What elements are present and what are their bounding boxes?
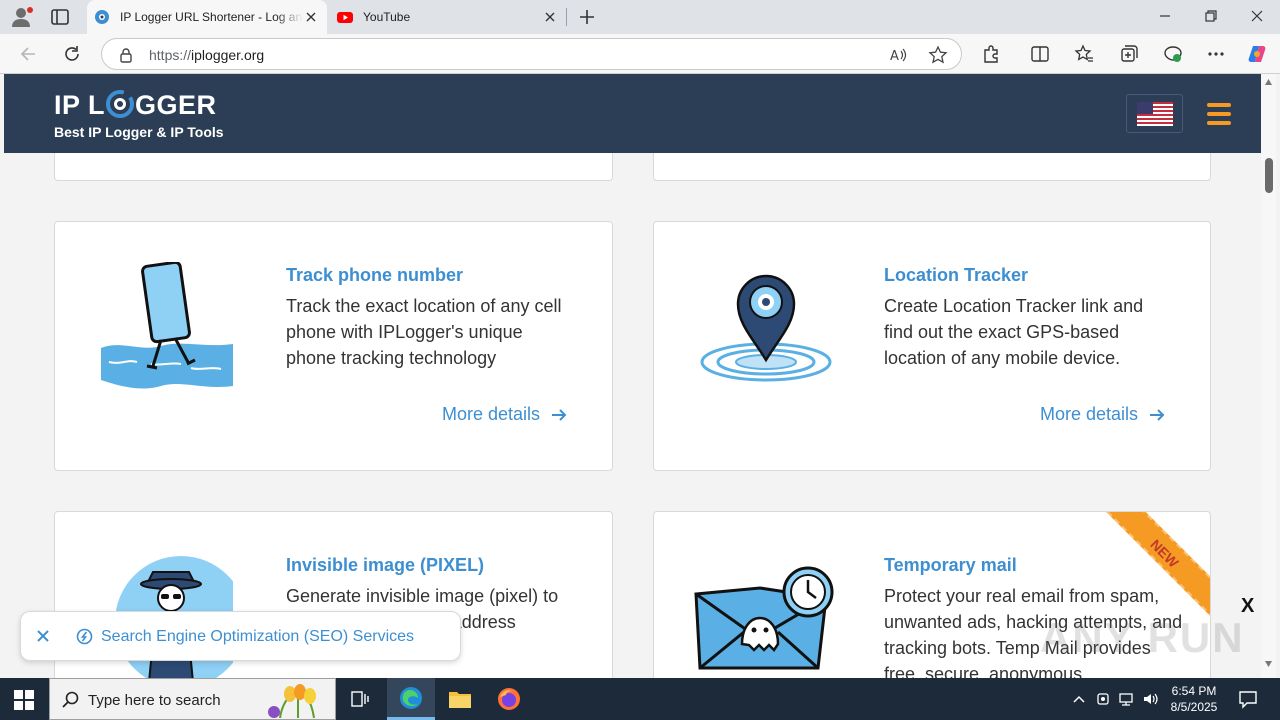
scroll-down-icon[interactable] — [1264, 660, 1273, 668]
logo-eye-icon — [106, 90, 135, 118]
tulips-decoration-icon — [268, 684, 316, 718]
walking-phone-icon — [101, 262, 233, 389]
language-selector[interactable] — [1126, 94, 1183, 133]
more-options-icon[interactable] — [1206, 44, 1226, 64]
taskbar-clock[interactable]: 6:54 PM 8/5/2025 — [1166, 683, 1222, 715]
tab-close-icon[interactable] — [542, 9, 558, 25]
more-details-link[interactable]: More details — [442, 404, 568, 425]
new-tab-icon[interactable] — [578, 8, 596, 26]
address-bar[interactable]: https://iplogger.org A — [101, 38, 962, 70]
more-details-label: More details — [1040, 404, 1139, 424]
hamburger-menu-icon[interactable] — [1207, 103, 1231, 125]
card-title[interactable]: Invisible image (PIXEL) — [286, 555, 484, 576]
refresh-icon[interactable] — [62, 44, 82, 64]
task-view-button[interactable] — [336, 678, 384, 720]
task-view-icon — [351, 691, 369, 707]
search-placeholder: Type here to search — [88, 692, 221, 709]
arrow-right-icon — [1150, 408, 1165, 421]
browser-toolbar: https://iplogger.org A — [0, 34, 1280, 74]
url-scheme: https:// — [149, 47, 192, 63]
compass-icon — [76, 628, 93, 645]
minimize-icon[interactable] — [1158, 9, 1172, 23]
profile-icon[interactable] — [10, 6, 34, 28]
clock-time: 6:54 PM — [1171, 684, 1217, 698]
firefox-icon — [498, 688, 520, 710]
us-flag-icon — [1137, 102, 1173, 126]
read-aloud-icon[interactable]: A — [889, 46, 907, 64]
scrollbar-thumb[interactable] — [1265, 158, 1273, 193]
card-description: Track the exact location of any cell pho… — [286, 296, 562, 368]
windows-start-icon[interactable] — [14, 690, 34, 710]
tab-actions-icon[interactable] — [50, 8, 70, 26]
tab-close-icon[interactable] — [303, 9, 319, 25]
site-tagline: Best IP Logger & IP Tools — [54, 124, 224, 140]
more-details-link[interactable]: More details — [1040, 404, 1166, 425]
taskbar-edge[interactable] — [387, 678, 435, 720]
address-url[interactable]: https://iplogger.org — [149, 47, 264, 63]
url-host: iplogger.org — [191, 47, 265, 63]
volume-icon[interactable] — [1142, 691, 1158, 707]
site-logo[interactable]: IP L GGER — [54, 90, 217, 121]
card-location-tracker: Location Tracker Create Location Tracker… — [653, 221, 1211, 471]
ghost-mail-icon — [694, 566, 834, 670]
favorite-star-icon[interactable] — [928, 45, 948, 65]
taskbar-file-explorer[interactable] — [436, 678, 484, 720]
card-track-phone: Track phone number Track the exact locat… — [54, 221, 613, 471]
clock-date: 8/5/2025 — [1170, 700, 1218, 714]
card-title[interactable]: Track phone number — [286, 265, 463, 286]
collections-icon[interactable] — [1119, 44, 1139, 64]
notification-center-icon[interactable] — [1238, 689, 1258, 709]
seo-banner-label[interactable]: Search Engine Optimization (SEO) Service… — [101, 628, 414, 646]
site-header: IP L GGER Best IP Logger & IP Tools — [4, 74, 1261, 153]
more-details-label: More details — [442, 404, 541, 424]
logo-text-right: GGER — [135, 90, 217, 120]
card-title[interactable]: Location Tracker — [884, 265, 1028, 286]
back-arrow-icon[interactable] — [18, 44, 38, 64]
close-window-icon[interactable] — [1250, 9, 1264, 23]
taskbar-firefox[interactable] — [485, 678, 533, 720]
watermark: ANY RUN — [1040, 614, 1245, 661]
lock-icon[interactable] — [118, 47, 134, 63]
copilot-icon[interactable] — [1247, 44, 1267, 64]
restore-icon[interactable] — [1204, 9, 1218, 23]
network-icon[interactable] — [1118, 691, 1134, 707]
youtube-favicon-icon — [337, 12, 353, 23]
search-icon — [62, 691, 79, 708]
folder-icon — [449, 692, 471, 708]
logo-text-left: IP L — [54, 90, 106, 120]
close-banner-icon[interactable] — [36, 629, 50, 643]
extensions-icon[interactable] — [981, 44, 1001, 64]
tray-chevron-up-icon[interactable] — [1071, 691, 1087, 707]
windows-taskbar: Type here to search 6:54 PM 8/5/2025 — [0, 678, 1280, 720]
arrow-right-icon — [552, 408, 567, 421]
tab-youtube[interactable]: YouTube — [330, 0, 566, 34]
tab-title: IP Logger URL Shortener - Log and Track … — [120, 10, 303, 24]
map-pin-icon — [700, 274, 832, 382]
card-description: Create Location Tracker link and find ou… — [884, 296, 1144, 368]
tray-meet-icon[interactable] — [1095, 691, 1111, 707]
tab-separator — [566, 8, 567, 26]
tab-iplogger[interactable]: IP Logger URL Shortener - Log and Track … — [87, 0, 327, 34]
favorites-icon[interactable] — [1074, 44, 1094, 64]
taskbar-search-box[interactable]: Type here to search — [49, 678, 336, 720]
seo-services-banner[interactable]: Search Engine Optimization (SEO) Service… — [20, 611, 461, 661]
page-scrollbar[interactable] — [1261, 74, 1276, 678]
card-title[interactable]: Temporary mail — [884, 555, 1017, 576]
iplogger-favicon-icon — [95, 10, 109, 24]
page-viewport: IP L GGER Best IP Logger & IP Tools Track… — [0, 74, 1280, 678]
tab-title: YouTube — [363, 10, 411, 24]
scroll-up-icon[interactable] — [1264, 78, 1273, 86]
browser-essentials-icon[interactable] — [1163, 44, 1183, 64]
browser-tab-bar: IP Logger URL Shortener - Log and Track … — [0, 0, 1280, 34]
split-screen-icon[interactable] — [1030, 44, 1050, 64]
svg-text:A: A — [890, 49, 899, 64]
edge-icon — [400, 686, 422, 709]
